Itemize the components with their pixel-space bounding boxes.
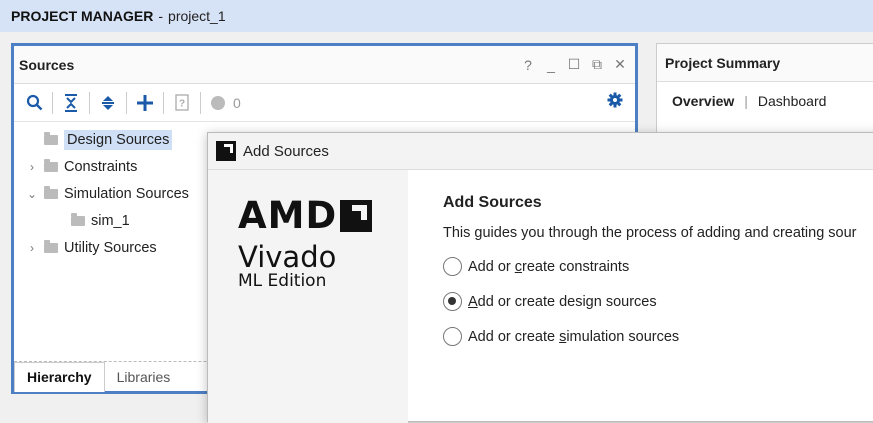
- tree-item-label: Constraints: [64, 158, 138, 175]
- option-label: Add or create constraints: [468, 258, 630, 275]
- dialog-heading: Add Sources: [443, 194, 542, 211]
- minimize-icon[interactable]: _: [544, 57, 558, 73]
- sources-panel-header: Sources ? _ ☐ ⧉ ✕: [14, 46, 635, 84]
- close-icon[interactable]: ✕: [613, 56, 627, 73]
- folder-icon: [71, 212, 85, 226]
- float-icon[interactable]: ⧉: [590, 56, 604, 73]
- properties-icon[interactable]: ?: [168, 89, 196, 117]
- toolbar-divider: [163, 91, 164, 114]
- add-sources-dialog: Add Sources AMD Vivado ML Edition Add So…: [207, 132, 873, 423]
- option-label: Add or create simulation sources: [468, 328, 680, 345]
- help-icon[interactable]: ?: [521, 57, 535, 73]
- tree-item-label: Design Sources: [64, 129, 173, 150]
- title-separator: -: [158, 8, 164, 24]
- tree-item-label: Utility Sources: [64, 239, 157, 256]
- tab-hierarchy[interactable]: Hierarchy: [14, 361, 105, 392]
- maximize-icon[interactable]: ☐: [567, 56, 581, 73]
- option-simulation-sources[interactable]: Add or create simulation sources: [443, 327, 873, 346]
- amd-wordmark: AMD: [238, 194, 338, 237]
- project-manager-title: PROJECT MANAGER: [11, 8, 154, 24]
- window-controls: ? _ ☐ ⧉ ✕: [521, 56, 627, 73]
- tree-item-label: Simulation Sources: [64, 185, 189, 202]
- sources-toolbar: ? 0: [14, 84, 635, 122]
- folder-icon: [44, 239, 58, 253]
- tab-overview[interactable]: Overview: [672, 93, 734, 109]
- status-dot-icon: [211, 95, 225, 110]
- project-manager-header: PROJECT MANAGER - project_1: [0, 0, 873, 32]
- expand-all-icon[interactable]: [94, 89, 122, 117]
- folder-icon: [44, 131, 58, 145]
- dialog-content: Add Sources This guides you through the …: [443, 190, 873, 346]
- product-name: Vivado: [238, 240, 337, 274]
- dialog-brand-panel: AMD Vivado ML Edition: [208, 170, 408, 423]
- folder-icon: [44, 185, 58, 199]
- tab-divider: |: [744, 93, 748, 109]
- chevron-right-icon[interactable]: ›: [24, 160, 40, 174]
- dialog-title: Add Sources: [243, 142, 329, 160]
- amd-logo: AMD: [238, 194, 373, 237]
- svg-text:?: ?: [179, 99, 185, 110]
- search-icon[interactable]: [20, 89, 48, 117]
- toolbar-divider: [52, 91, 53, 114]
- collapse-all-icon[interactable]: [57, 89, 85, 117]
- toolbar-divider: [126, 91, 127, 114]
- tab-libraries[interactable]: Libraries: [105, 369, 183, 385]
- option-constraints[interactable]: Add or create constraints: [443, 257, 873, 276]
- amd-arrow-icon: [340, 199, 373, 232]
- project-summary-title: Project Summary: [657, 44, 873, 82]
- chevron-right-icon[interactable]: ›: [24, 241, 40, 255]
- dialog-titlebar[interactable]: Add Sources: [208, 133, 873, 170]
- toolbar-divider: [89, 91, 90, 114]
- project-name: project_1: [168, 8, 226, 24]
- radio-constraints[interactable]: [443, 257, 462, 276]
- folder-icon: [44, 158, 58, 172]
- dialog-description: This guides you through the process of a…: [443, 225, 857, 241]
- tab-dashboard[interactable]: Dashboard: [758, 93, 827, 109]
- toolbar-divider: [200, 91, 201, 114]
- amd-logo-icon: [216, 141, 236, 161]
- product-edition: ML Edition: [238, 271, 327, 291]
- sources-panel-title: Sources: [19, 56, 75, 73]
- status-count: 0: [233, 94, 241, 111]
- radio-design-sources[interactable]: [443, 292, 462, 311]
- tree-item-label: sim_1: [91, 212, 130, 229]
- radio-simulation-sources[interactable]: [443, 327, 462, 346]
- add-icon[interactable]: [131, 89, 159, 117]
- chevron-down-icon[interactable]: ⌄: [24, 187, 40, 201]
- gear-icon[interactable]: [607, 92, 623, 113]
- summary-tabs: Overview | Dashboard: [657, 82, 873, 120]
- option-label: Add or create design sources: [468, 293, 657, 310]
- option-design-sources[interactable]: Add or create design sources: [443, 292, 873, 311]
